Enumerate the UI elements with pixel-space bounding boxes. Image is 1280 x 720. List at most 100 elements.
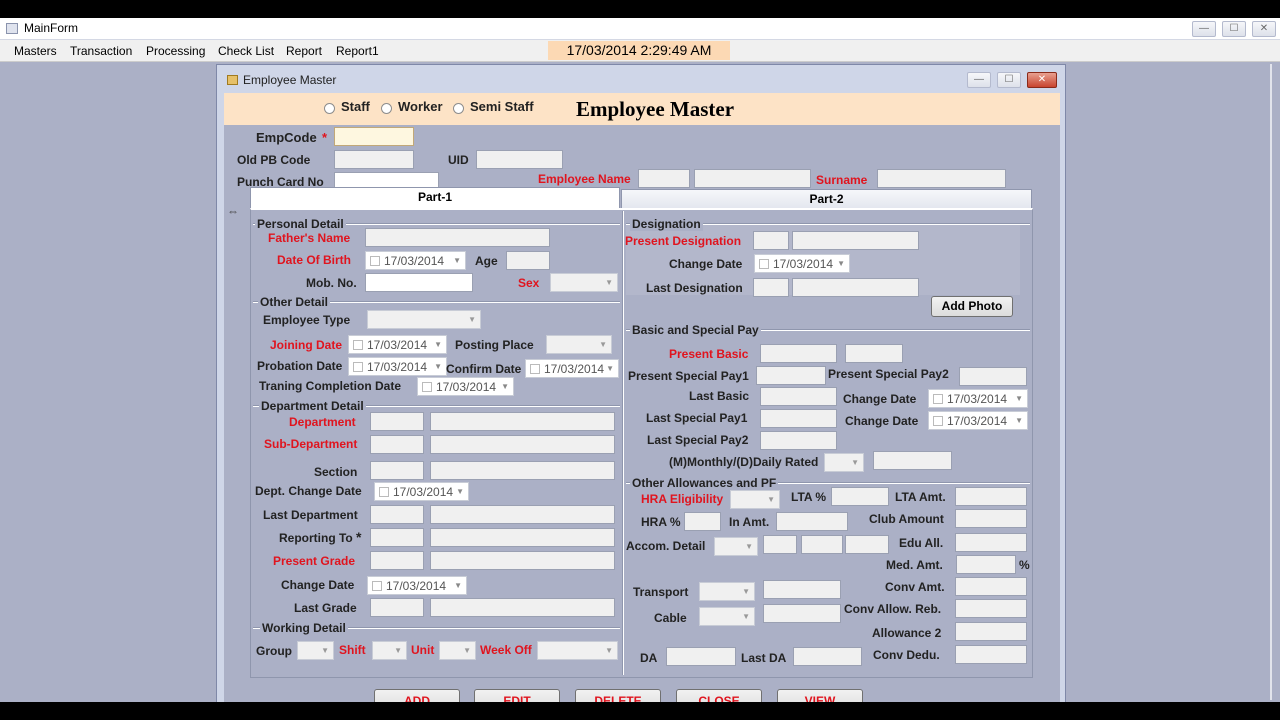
joining-date-picker[interactable]: 17/03/2014 ▼ [348,335,447,354]
accom-detail-input-3[interactable] [845,535,889,554]
training-date-checkbox[interactable] [422,382,432,392]
da-input[interactable] [666,647,736,666]
menu-check-list[interactable]: Check List [218,44,274,58]
unit-select[interactable]: ▼ [439,641,476,660]
dob-date-picker[interactable]: 17/03/2014 ▼ [365,251,466,270]
close-form-button[interactable]: CLOSE [676,689,762,702]
accom-detail-select[interactable]: ▼ [714,537,758,556]
conv-allow-reb-input[interactable] [955,599,1027,618]
sub-department-name-input[interactable] [430,435,615,454]
surname-input[interactable] [877,169,1006,188]
present-basic-input[interactable] [760,344,837,363]
accom-detail-input-1[interactable] [763,535,797,554]
dob-checkbox[interactable] [370,256,380,266]
employee-name-initial-input[interactable] [638,169,690,188]
father-name-input[interactable] [365,228,550,247]
present-designation-name-input[interactable] [792,231,919,250]
menu-report[interactable]: Report [286,44,322,58]
edu-allowance-input[interactable] [955,533,1027,552]
transport-amount-input[interactable] [763,580,841,599]
last-designation-code-input[interactable] [753,278,789,297]
dept-change-checkbox[interactable] [379,487,389,497]
radio-staff[interactable] [324,103,335,114]
conv-amount-input[interactable] [955,577,1027,596]
lta-amount-input[interactable] [955,487,1027,506]
present-special-pay2-input[interactable] [959,367,1027,386]
tab-part-2[interactable]: Part-2 [621,189,1032,210]
last-special-pay2-input[interactable] [760,431,837,450]
menu-transaction[interactable]: Transaction [70,44,132,58]
child-minimize-button[interactable]: — [967,72,991,88]
section-name-input[interactable] [430,461,615,480]
probation-date-checkbox[interactable] [353,362,363,372]
reporting-to-name-input[interactable] [430,528,615,547]
mob-no-input[interactable] [365,273,473,292]
employee-type-select[interactable]: ▼ [367,310,481,329]
last-department-code-input[interactable] [370,505,424,524]
group-select[interactable]: ▼ [297,641,334,660]
add-button[interactable]: ADD [374,689,460,702]
accom-detail-input-2[interactable] [801,535,843,554]
age-input[interactable] [506,251,550,270]
cable-select[interactable]: ▼ [699,607,755,626]
last-basic-input[interactable] [760,387,837,406]
dept-change-date-picker[interactable]: 17/03/2014 ▼ [374,482,469,501]
present-grade-code-input[interactable] [370,551,424,570]
last-grade-code-input[interactable] [370,598,424,617]
last-special-pay1-input[interactable] [760,409,837,428]
sub-department-code-input[interactable] [370,435,424,454]
confirm-date-picker[interactable]: 17/03/2014 ▼ [525,359,619,378]
present-basic-extra-input[interactable] [845,344,903,363]
main-scrollbar[interactable] [1270,64,1272,700]
hra-eligibility-select[interactable]: ▼ [730,490,780,509]
medical-amount-input[interactable] [956,555,1016,574]
last-designation-name-input[interactable] [792,278,919,297]
minimize-button[interactable]: — [1192,21,1216,37]
grade-change-date-picker[interactable]: 17/03/2014 ▼ [367,576,467,595]
transport-select[interactable]: ▼ [699,582,755,601]
pay-change-date-2-picker[interactable]: 17/03/2014 ▼ [928,411,1028,430]
shift-select[interactable]: ▼ [372,641,407,660]
maximize-button[interactable]: ☐ [1222,21,1246,37]
club-amount-input[interactable] [955,509,1027,528]
pay-change-date-1-picker[interactable]: 17/03/2014 ▼ [928,389,1028,408]
view-button[interactable]: VIEW [777,689,863,702]
designation-change-checkbox[interactable] [759,259,769,269]
menu-report1[interactable]: Report1 [336,44,379,58]
in-amount-input[interactable] [776,512,848,531]
present-designation-code-input[interactable] [753,231,789,250]
probation-date-picker[interactable]: 17/03/2014 ▼ [348,357,447,376]
week-off-select[interactable]: ▼ [537,641,618,660]
last-department-name-input[interactable] [430,505,615,524]
joining-date-checkbox[interactable] [353,340,363,350]
department-code-input[interactable] [370,412,424,431]
menu-masters[interactable]: Masters [14,44,57,58]
radio-semi-staff[interactable] [453,103,464,114]
delete-button[interactable]: DELETE [575,689,661,702]
edit-button[interactable]: EDIT [474,689,560,702]
department-name-input[interactable] [430,412,615,431]
sex-select[interactable]: ▼ [550,273,618,292]
employee-name-input[interactable] [694,169,811,188]
grade-change-checkbox[interactable] [372,581,382,591]
present-special-pay1-input[interactable] [756,366,826,385]
rated-value-input[interactable] [873,451,952,470]
pay-change-2-checkbox[interactable] [933,416,943,426]
lta-percent-input[interactable] [831,487,889,506]
confirm-date-checkbox[interactable] [530,364,540,374]
close-button[interactable]: ✕ [1252,21,1276,37]
section-code-input[interactable] [370,461,424,480]
rated-select[interactable]: ▼ [824,453,864,472]
pay-change-1-checkbox[interactable] [933,394,943,404]
posting-place-select[interactable]: ▼ [546,335,612,354]
menu-processing[interactable]: Processing [146,44,205,58]
conv-deduction-input[interactable] [955,645,1027,664]
hra-percent-input[interactable] [684,512,721,531]
designation-change-date-picker[interactable]: 17/03/2014 ▼ [754,254,850,273]
present-grade-name-input[interactable] [430,551,615,570]
allowance-2-input[interactable] [955,622,1027,641]
cable-amount-input[interactable] [763,604,841,623]
last-grade-name-input[interactable] [430,598,615,617]
training-completion-date-picker[interactable]: 17/03/2014 ▼ [417,377,514,396]
uid-input[interactable] [476,150,563,169]
